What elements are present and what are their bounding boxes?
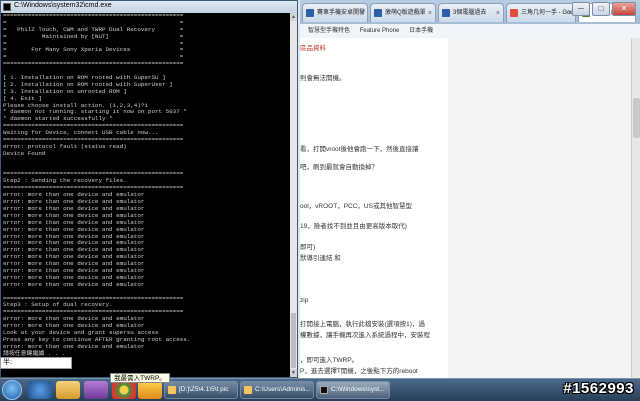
close-icon[interactable]: × <box>496 4 500 22</box>
article-text: 吧，刷到最就會自動換掉？ <box>300 164 378 171</box>
taskbar: [D:]\Z5\4.1\5\t pic C:\Users\Adminis... … <box>0 378 640 401</box>
console-icon <box>3 3 11 11</box>
watermark-text: #1562993 <box>563 380 634 397</box>
folder-icon <box>168 386 176 394</box>
taskbar-item-label: [D:]\Z5\4.1\5\t pic <box>179 386 229 393</box>
taskbar-item-label: C:\Windows\syst... <box>331 386 385 393</box>
cmd-scrollbar[interactable]: ▲ ▼ <box>290 13 297 377</box>
console-line: error: more than one device and emulator <box>3 280 145 288</box>
article-text: ool，vROOT，PCC，US或其他智慧型 <box>300 203 412 210</box>
console-line: error: protocol fault (status read) <box>3 142 127 150</box>
bookmark-bar: 智慧型手機特色 Feature Phone 日本手機 <box>300 24 640 39</box>
taskbar-window-item-active[interactable]: C:\Windows\syst... <box>316 381 390 399</box>
article-text: 看，打開vroot後他會跑一下，然後直接讓 <box>300 146 419 153</box>
browser-tab[interactable]: 激萌Q版遊戲單 × <box>370 3 436 22</box>
tab-label: 3個電腦過去 <box>453 10 487 16</box>
scrollbar-thumb[interactable] <box>291 313 296 368</box>
favicon-icon <box>374 9 382 17</box>
browser-window-controls: ─ □ ✕ <box>572 2 636 16</box>
cmd-titlebar[interactable]: C:\Windows\system32\cmd.exe <box>1 1 297 13</box>
taskbar-window-item[interactable]: [D:]\Z5\4.1\5\t pic <box>164 381 238 399</box>
maximize-button[interactable]: □ <box>592 2 610 16</box>
console-output[interactable]: ========================================… <box>3 13 290 377</box>
article-text: 19，險者找不到並且由更高版本取代) <box>300 223 407 230</box>
folder-icon <box>244 386 252 394</box>
visual-studio-icon[interactable] <box>84 381 108 399</box>
console-line: ========================================… <box>3 60 184 68</box>
favicon-icon <box>442 9 450 17</box>
bookmark-link[interactable]: 智慧型手機特色 <box>308 28 350 34</box>
article-text: 打開接上電腦，執行此檔安裝(選項按1)，過 <box>300 321 425 328</box>
tab-label: 三角几何一手 - Goo <box>521 10 574 16</box>
minimize-button[interactable]: ─ <box>572 2 590 16</box>
article-text: 即可) <box>300 244 316 251</box>
close-icon[interactable]: × <box>360 4 364 22</box>
article-text: P，進去選擇T開機，之後點下方的reboot <box>300 368 418 375</box>
scrollbar-thumb[interactable] <box>633 98 640 138</box>
folder-icon[interactable] <box>56 381 80 399</box>
taskbar-window-item[interactable]: C:\Users\Adminis... <box>240 381 314 399</box>
chrome-icon[interactable] <box>112 381 136 399</box>
taskbar-item-label: C:\Users\Adminis... <box>255 386 311 393</box>
console-icon <box>320 386 328 394</box>
article-text: 則會無法開機。 <box>300 75 346 82</box>
browser-tab[interactable]: 三角几何一手 - Goo × <box>506 3 576 22</box>
close-icon[interactable]: × <box>428 4 432 22</box>
browser-tab[interactable]: 3個電腦過去 × <box>438 3 504 22</box>
ime-status-bar: 半: <box>0 357 72 369</box>
browser-scrollbar[interactable] <box>631 38 640 378</box>
browser-tab[interactable]: 賽車手機安卓開發 × <box>302 3 368 22</box>
article-text: 默導引連結 和 <box>300 255 341 262</box>
bookmark-link[interactable]: Feature Phone <box>360 28 400 34</box>
favicon-icon <box>510 9 518 17</box>
sub-link[interactable]: 區品資料 <box>300 42 326 52</box>
tooltip: 我最需入TWRP。 <box>110 373 170 383</box>
app-icon[interactable] <box>138 381 162 399</box>
tab-label: 賽車手機安卓開發 <box>317 10 366 16</box>
scroll-down-icon[interactable]: ▼ <box>290 369 297 377</box>
page-sidebar <box>448 38 640 378</box>
cmd-window[interactable]: C:\Windows\system32\cmd.exe ============… <box>0 0 298 378</box>
start-button[interactable] <box>2 380 22 400</box>
favicon-icon <box>306 9 314 17</box>
article-text: 權數據，讓手機再次進入系統過程中，安裝程 <box>300 332 430 339</box>
tab-label: 激萌Q版遊戲單 <box>385 10 426 16</box>
article-text: ，即可進入TWRP。 <box>300 357 359 364</box>
article-content: 區品資料 則會無法開機。 看，打開vroot後他會跑一下，然後直接讓 吧，刷到最… <box>300 38 448 378</box>
console-line: [ 3. Installation on unrooted ROM ] <box>3 87 127 95</box>
console-line: Device Found <box>3 149 46 157</box>
ie-icon[interactable] <box>28 381 52 399</box>
bookmark-link[interactable]: 日本手機 <box>409 28 433 34</box>
close-window-button[interactable]: ✕ <box>612 2 636 16</box>
article-text: zip <box>300 297 309 304</box>
cmd-title: C:\Windows\system32\cmd.exe <box>14 2 112 9</box>
scroll-up-icon[interactable]: ▲ <box>290 13 297 21</box>
